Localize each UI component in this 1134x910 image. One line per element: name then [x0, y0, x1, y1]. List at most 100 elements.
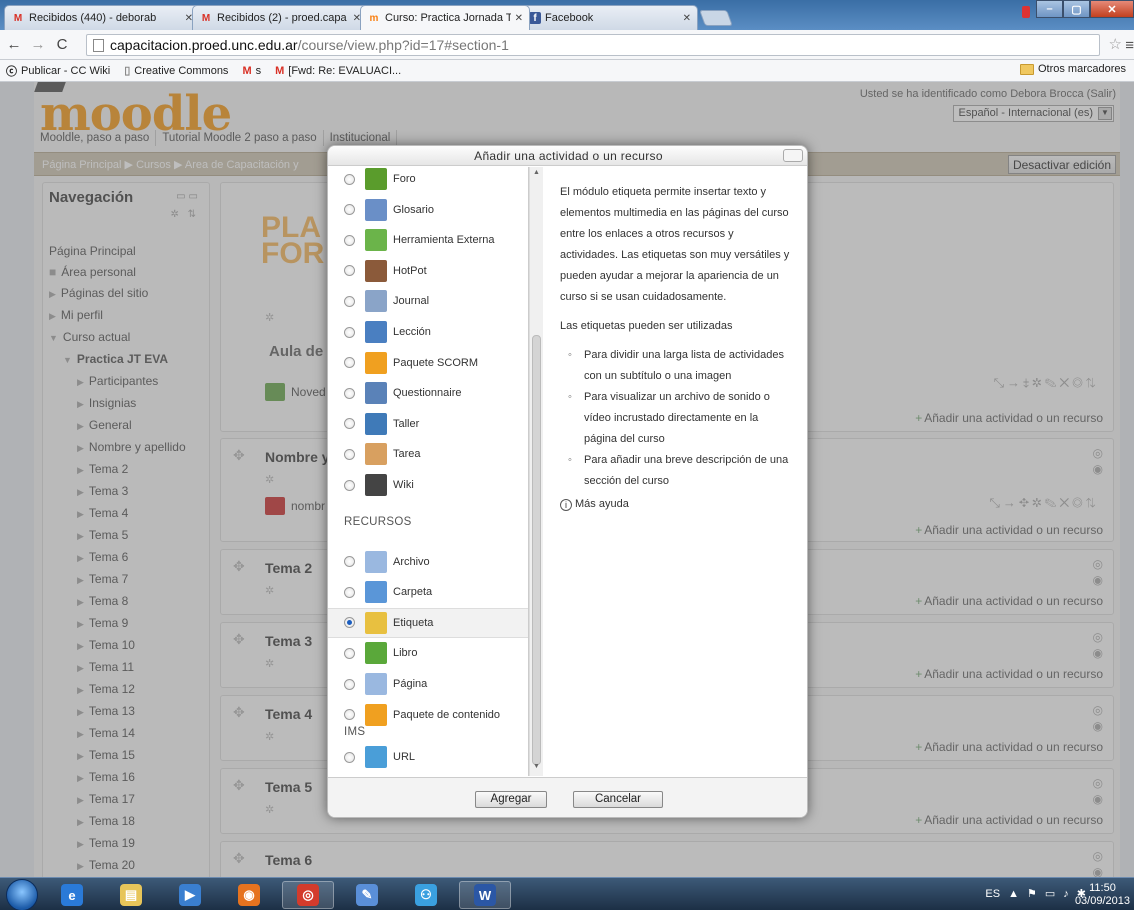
forum-icon: [365, 168, 387, 190]
new-tab-button[interactable]: [699, 10, 733, 26]
module-option[interactable]: URL: [328, 742, 528, 772]
options-scrollbar[interactable]: ▲ ▼: [529, 167, 543, 776]
dialog-title: Añadir una actividad o un recurso: [474, 149, 663, 163]
back-button[interactable]: ←: [4, 36, 24, 53]
ims-icon: [365, 703, 387, 726]
url-icon: [365, 746, 387, 769]
more-help-link[interactable]: i Más ayuda: [560, 494, 792, 515]
forward-button[interactable]: →: [28, 36, 48, 53]
radio-button[interactable]: [344, 387, 355, 399]
module-option[interactable]: Glosario: [328, 195, 528, 225]
radio-button[interactable]: [344, 173, 355, 185]
browser-tab-active[interactable]: m Curso: Practica Jornada T ✕: [360, 5, 530, 30]
battery-icon[interactable]: ▭: [1045, 887, 1055, 900]
taskbar-app[interactable]: ▶: [164, 881, 216, 909]
radio-button[interactable]: [344, 265, 355, 277]
label-icon: [365, 611, 387, 634]
module-option[interactable]: Paquete SCORM: [328, 348, 528, 378]
module-option-label: Página: [393, 678, 428, 690]
close-window-button[interactable]: ✕: [1090, 0, 1134, 18]
help-bullet: Para dividir una larga lista de activida…: [568, 345, 792, 387]
menu-icon[interactable]: ≡: [1125, 37, 1134, 54]
add-button[interactable]: Agregar: [475, 791, 547, 808]
bookmark-item[interactable]: M [Fwd: Re: EVALUACI...: [275, 65, 401, 77]
bookmark-item[interactable]: ⓒ Publicar - CC Wiki: [6, 63, 110, 79]
module-option[interactable]: Foro: [328, 167, 528, 194]
bookmark-item[interactable]: ▯ Creative Commons: [124, 64, 228, 78]
close-icon[interactable]: ✕: [683, 13, 691, 24]
scrollbar-thumb[interactable]: [532, 335, 541, 765]
module-option[interactable]: Libro: [328, 638, 528, 668]
book-icon: [365, 642, 387, 665]
radio-button[interactable]: [344, 678, 355, 690]
taskbar-app[interactable]: W: [459, 881, 511, 909]
help-list: Para dividir una larga lista de activida…: [568, 345, 792, 492]
module-option-label: Paquete SCORM: [393, 356, 478, 369]
system-tray: ES ▲ ⚑ ▭ ♪ ✱: [977, 887, 1086, 901]
radio-button[interactable]: [344, 418, 355, 430]
radio-button[interactable]: [344, 204, 355, 216]
other-bookmarks[interactable]: Otros marcadores: [1019, 63, 1126, 75]
browser-tab[interactable]: M Recibidos (2) - proed.capa ✕: [192, 5, 368, 30]
tray-arrow-icon[interactable]: ▲: [1008, 888, 1019, 900]
module-option[interactable]: HotPot: [328, 256, 528, 286]
radio-button[interactable]: [344, 647, 355, 659]
radio-button[interactable]: [344, 295, 355, 307]
lesson-icon: [365, 321, 387, 343]
maximize-button[interactable]: ▢: [1063, 0, 1090, 18]
add-activity-dialog: Añadir una actividad o un recurso Foro Gl…: [327, 145, 808, 818]
address-bar[interactable]: capacitacion.proed.unc.edu.ar/course/vie…: [86, 34, 1100, 56]
taskbar-app[interactable]: ◎: [282, 881, 334, 909]
start-button[interactable]: [6, 879, 38, 910]
module-option[interactable]: Archivo: [328, 547, 528, 577]
taskbar-app[interactable]: ▤: [105, 881, 157, 909]
module-option[interactable]: Tarea: [328, 439, 528, 469]
radio-button[interactable]: [344, 586, 355, 598]
minimize-button[interactable]: –: [1036, 0, 1063, 18]
scroll-down-icon[interactable]: ▼: [533, 763, 540, 770]
info-icon: i: [560, 498, 572, 511]
wiki-icon: [365, 474, 387, 496]
radio-button[interactable]: [344, 479, 355, 491]
module-option[interactable]: Questionnaire: [328, 378, 528, 408]
cancel-button[interactable]: Cancelar: [573, 791, 663, 808]
file-icon: [365, 550, 387, 573]
module-option[interactable]: Página: [328, 669, 528, 699]
taskbar-app[interactable]: ✎: [341, 881, 393, 909]
language-indicator[interactable]: ES: [985, 888, 1000, 900]
puzzle-icon: [365, 229, 387, 252]
browser-tab[interactable]: M Recibidos (440) - deborab ✕: [4, 5, 200, 30]
module-option[interactable]: Lección: [328, 317, 528, 347]
taskbar-app[interactable]: e: [46, 881, 98, 909]
close-icon[interactable]: ✕: [515, 13, 523, 24]
bookmark-label: Publicar - CC Wiki: [21, 64, 111, 77]
radio-button[interactable]: [344, 448, 355, 460]
taskbar-app[interactable]: ⚇: [400, 881, 452, 909]
radio-button[interactable]: [344, 326, 355, 338]
speaker-icon[interactable]: ♪: [1063, 888, 1069, 900]
scroll-up-icon[interactable]: ▲: [533, 169, 540, 176]
bookmark-item[interactable]: M s: [242, 65, 261, 77]
module-option[interactable]: Carpeta: [328, 577, 528, 607]
radio-button[interactable]: [344, 709, 355, 721]
module-option[interactable]: Taller: [328, 409, 528, 439]
taskbar-app[interactable]: ◉: [223, 881, 275, 909]
browser-tab[interactable]: f Facebook ✕: [522, 5, 698, 30]
dialog-close-button[interactable]: [783, 149, 803, 162]
module-option[interactable]: Herramienta Externa: [328, 225, 528, 255]
flag-icon[interactable]: ⚑: [1027, 887, 1037, 900]
radio-button[interactable]: [344, 617, 355, 629]
module-option[interactable]: Journal: [328, 286, 528, 316]
clock[interactable]: 11:50 03/09/2013: [1075, 882, 1130, 908]
module-option[interactable]: Etiqueta: [328, 607, 528, 638]
radio-button[interactable]: [344, 357, 355, 369]
workshop-icon: [365, 412, 387, 435]
module-option-label: Questionnaire: [393, 387, 462, 400]
reload-button[interactable]: C: [52, 36, 72, 53]
module-option[interactable]: Wiki: [328, 470, 528, 500]
radio-button[interactable]: [344, 751, 355, 763]
radio-button[interactable]: [344, 234, 355, 246]
radio-button[interactable]: [344, 556, 355, 568]
bookmark-star-icon[interactable]: ☆: [1109, 35, 1122, 53]
network-icon: ⚇: [415, 884, 437, 906]
